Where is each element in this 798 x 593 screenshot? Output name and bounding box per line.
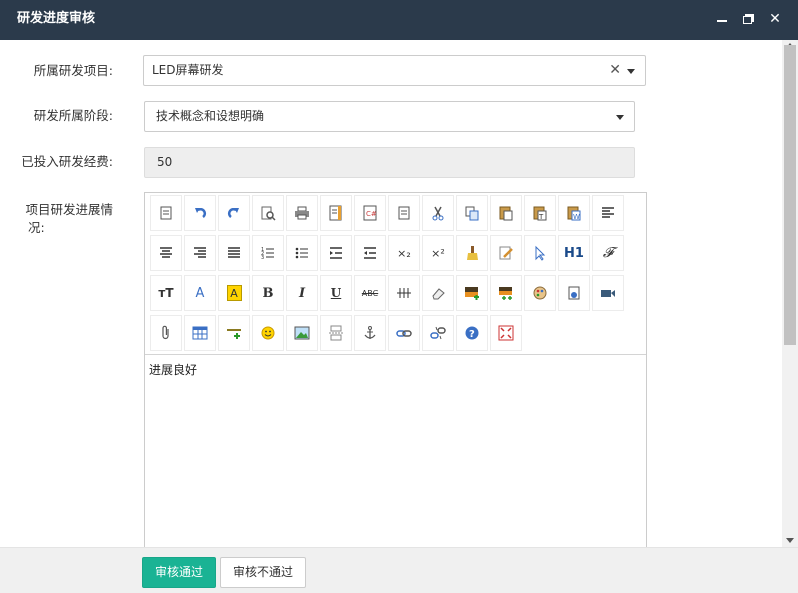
back-color-button[interactable]: A <box>218 275 250 311</box>
link-icon[interactable] <box>388 315 420 351</box>
attachment-doc-icon[interactable] <box>558 275 590 311</box>
redo-icon[interactable] <box>218 195 250 231</box>
svg-text:T: T <box>538 213 544 221</box>
vertical-scrollbar[interactable] <box>782 40 798 547</box>
chevron-down-icon <box>616 115 624 120</box>
template-icon[interactable] <box>320 195 352 231</box>
svg-text:3: 3 <box>261 255 264 261</box>
format-painter-icon[interactable] <box>490 235 522 271</box>
back-color-label: A <box>226 285 242 301</box>
align-left-icon[interactable] <box>592 195 624 231</box>
eraser-icon[interactable] <box>422 275 454 311</box>
chevron-down-icon <box>627 69 635 74</box>
scroll-down-icon[interactable] <box>786 538 794 543</box>
help-icon[interactable]: ? <box>456 315 488 351</box>
window-title: 研发进度审核 <box>17 11 96 26</box>
strikethrough-button[interactable]: ABC <box>354 275 386 311</box>
title-bar: 研发进度审核 ✕ <box>0 0 798 40</box>
table-icon[interactable] <box>184 315 216 351</box>
font-color-button[interactable]: A <box>184 275 216 311</box>
editor-content[interactable]: 进展良好 <box>149 361 197 378</box>
anchor-icon[interactable] <box>354 315 386 351</box>
svg-text:C#: C# <box>366 210 377 218</box>
preview-icon[interactable] <box>252 195 284 231</box>
image-icon[interactable] <box>286 315 318 351</box>
outdent-icon[interactable] <box>354 235 386 271</box>
stage-label: 研发所属阶段: <box>33 108 113 123</box>
editor-toolbar: C# T W 123 ×₂ ×² H1 𝓕 ᴛT A A B I U ABC ? <box>145 193 646 355</box>
stage-value: 技术概念和设想明确 <box>156 109 265 123</box>
insert-image-icon[interactable] <box>456 275 488 311</box>
scroll-thumb[interactable] <box>784 45 796 345</box>
paste-plain-icon[interactable]: T <box>524 195 556 231</box>
align-right-icon[interactable] <box>184 235 216 271</box>
unlink-icon[interactable] <box>422 315 454 351</box>
project-label: 所属研发项目: <box>33 63 113 78</box>
svg-text:W: W <box>573 213 580 221</box>
underline-button[interactable]: U <box>320 275 352 311</box>
insert-image-below-icon[interactable] <box>490 275 522 311</box>
paste-icon[interactable] <box>490 195 522 231</box>
budget-value: 50 <box>157 155 173 169</box>
subscript-button[interactable]: ×₂ <box>388 235 420 271</box>
page-break-icon[interactable] <box>320 315 352 351</box>
cut-icon[interactable] <box>422 195 454 231</box>
undo-icon[interactable] <box>184 195 216 231</box>
reject-button[interactable]: 审核不通过 <box>220 557 306 588</box>
budget-label: 已投入研发经费: <box>21 154 113 169</box>
italic-button[interactable]: I <box>286 275 318 311</box>
select-all-icon[interactable] <box>524 235 556 271</box>
paste-word-icon[interactable]: W <box>558 195 590 231</box>
copy-icon[interactable] <box>456 195 488 231</box>
maximize-icon[interactable] <box>740 9 758 29</box>
budget-field: 50 <box>144 147 635 178</box>
rich-text-editor[interactable]: C# T W 123 ×₂ ×² H1 𝓕 ᴛT A A B I U ABC ?… <box>144 192 647 547</box>
approve-button[interactable]: 审核通过 <box>142 557 216 588</box>
font-size-button[interactable]: ᴛT <box>150 275 182 311</box>
line-height-icon[interactable] <box>388 275 420 311</box>
ordered-list-icon[interactable]: 123 <box>252 235 284 271</box>
code-icon[interactable]: C# <box>354 195 386 231</box>
align-center-icon[interactable] <box>150 235 182 271</box>
print-icon[interactable] <box>286 195 318 231</box>
video-icon[interactable] <box>592 275 624 311</box>
project-select[interactable]: LED屏幕研发 ✕ <box>143 55 646 86</box>
bold-button[interactable]: B <box>252 275 284 311</box>
close-icon[interactable]: ✕ <box>766 9 784 29</box>
heading-button[interactable]: H1 <box>558 235 590 271</box>
fullscreen-icon[interactable] <box>490 315 522 351</box>
justify-icon[interactable] <box>218 235 250 271</box>
progress-label-line2: 况: <box>28 220 45 235</box>
form-content: 所属研发项目: LED屏幕研发 ✕ 研发所属阶段: 技术概念和设想明确 已投入研… <box>0 40 782 547</box>
clear-format-icon[interactable] <box>456 235 488 271</box>
project-value: LED屏幕研发 <box>152 63 224 77</box>
superscript-button[interactable]: ×² <box>422 235 454 271</box>
emoji-icon[interactable] <box>252 315 284 351</box>
progress-label-line1: 项目研发进展情 <box>25 202 113 217</box>
attachment-icon[interactable] <box>150 315 182 351</box>
palette-icon[interactable] <box>524 275 556 311</box>
paste-text-icon[interactable] <box>388 195 420 231</box>
indent-icon[interactable] <box>320 235 352 271</box>
stage-select[interactable]: 技术概念和设想明确 <box>144 101 635 132</box>
footer: 审核通过 审核不通过 <box>0 547 798 593</box>
source-icon[interactable] <box>150 195 182 231</box>
clear-icon[interactable]: ✕ <box>609 56 621 85</box>
progress-label: 项目研发进展情 况: <box>0 201 113 237</box>
svg-text:?: ? <box>469 329 475 340</box>
horizontal-rule-icon[interactable] <box>218 315 250 351</box>
unordered-list-icon[interactable] <box>286 235 318 271</box>
minimize-icon[interactable] <box>713 9 731 29</box>
font-family-button[interactable]: 𝓕 <box>592 235 624 271</box>
